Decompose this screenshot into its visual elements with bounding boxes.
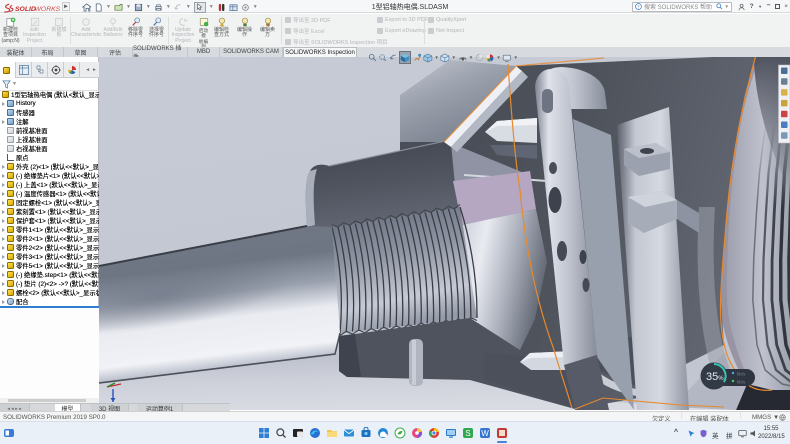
svg-text:W: W [481, 429, 489, 438]
svg-text:kb/s: kb/s [737, 380, 746, 385]
svg-text:S: S [465, 429, 470, 438]
svg-text:SOLID: SOLID [15, 6, 36, 13]
svg-text:kb/s: kb/s [737, 372, 746, 377]
svg-text:?: ? [637, 5, 639, 10]
svg-text:WORKS: WORKS [35, 6, 61, 13]
